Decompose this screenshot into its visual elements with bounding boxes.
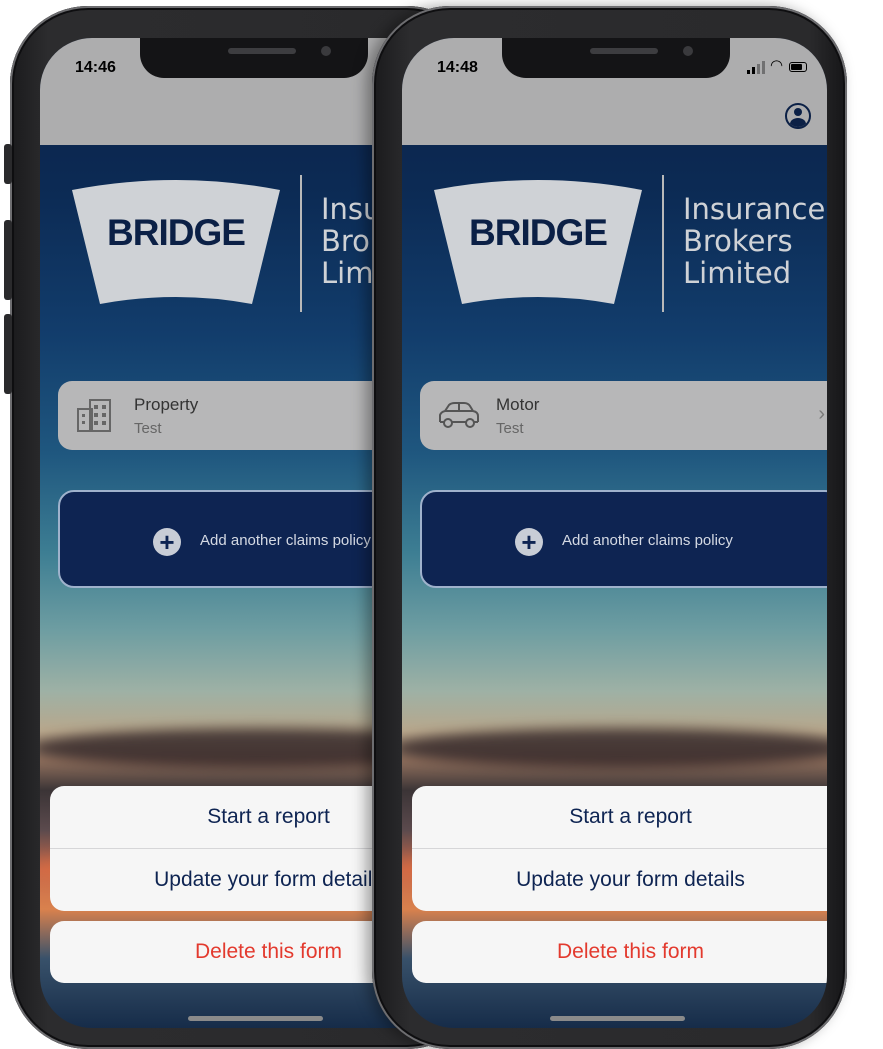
action-sheet-group: Start a report Update your form details <box>412 786 827 911</box>
plus-circle-icon: + <box>153 528 181 556</box>
volume-down-button <box>4 314 12 394</box>
front-camera <box>321 46 331 56</box>
car-icon <box>439 402 479 428</box>
front-camera <box>683 46 693 56</box>
speaker-grille <box>590 48 658 54</box>
policy-name: Motor <box>496 395 540 414</box>
volume-up-button <box>4 220 12 300</box>
plus-circle-icon: + <box>515 528 543 556</box>
signal-bar <box>762 61 765 74</box>
policy-card-motor[interactable]: Motor Test › <box>420 381 827 450</box>
delete-form-button[interactable]: Delete this form <box>412 921 827 983</box>
building-icon <box>77 399 111 432</box>
home-indicator[interactable] <box>188 1016 323 1021</box>
policy-name: Property <box>134 395 199 414</box>
app-screen: 14:48 ◠ BRIDGE Insurance Brokers Limited… <box>402 38 827 1028</box>
start-report-button[interactable]: Start a report <box>412 786 827 848</box>
logo-tagline: Insurance Brokers Limited <box>683 192 826 290</box>
logo-divider <box>662 175 664 312</box>
status-icons: ◠ <box>747 57 807 74</box>
update-form-details-button[interactable]: Update your form details <box>412 849 827 911</box>
wifi-icon: ◠ <box>770 57 784 74</box>
home-indicator[interactable] <box>550 1016 685 1021</box>
policy-subtitle: Test <box>134 420 162 437</box>
status-time: 14:46 <box>75 59 116 76</box>
phone-frame-right: 14:48 ◠ BRIDGE Insurance Brokers Limited… <box>372 6 847 1049</box>
speaker-grille <box>228 48 296 54</box>
add-claims-policy-button[interactable]: + Add another claims policy <box>420 490 827 588</box>
notch <box>502 38 730 78</box>
add-policy-label: Add another claims policy <box>200 532 371 549</box>
battery-icon <box>789 62 807 72</box>
mute-switch <box>4 144 12 184</box>
sunset-clouds <box>402 728 827 768</box>
signal-icon <box>747 70 750 74</box>
chevron-right-icon: › <box>818 403 825 425</box>
signal-bar <box>757 64 760 74</box>
logo-divider <box>300 175 302 312</box>
policy-subtitle: Test <box>496 420 524 437</box>
signal-bar <box>752 67 755 74</box>
add-policy-label: Add another claims policy <box>562 532 733 549</box>
status-time: 14:48 <box>437 59 478 76</box>
logo-wordmark: BRIDGE <box>469 212 608 253</box>
notch <box>140 38 368 78</box>
profile-icon[interactable] <box>785 103 811 129</box>
logo-wordmark: BRIDGE <box>107 212 246 253</box>
